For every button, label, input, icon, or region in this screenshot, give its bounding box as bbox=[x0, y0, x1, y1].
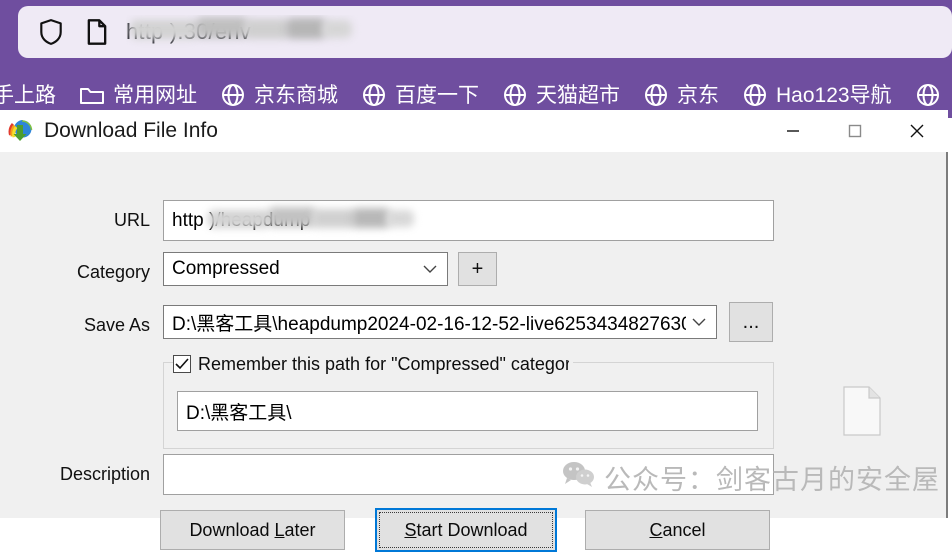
download-later-button[interactable]: Download Later bbox=[160, 510, 345, 550]
remember-path-input[interactable]: D:\黑客工具\ bbox=[177, 391, 758, 431]
remember-path-checkbox[interactable]: Remember this path for "Compressed" cate… bbox=[173, 352, 573, 376]
url-input-redaction-blur bbox=[206, 204, 421, 234]
bookmark-label: 京东商城 bbox=[254, 83, 338, 107]
blank-file-icon bbox=[843, 386, 881, 436]
save-as-value: D:\黑客工具\heapdump2024-02-16-12-52-live625… bbox=[172, 313, 686, 335]
globe-icon bbox=[219, 81, 247, 109]
globe-icon bbox=[914, 81, 942, 109]
url-label: URL bbox=[113, 210, 150, 230]
page-document-icon[interactable] bbox=[80, 15, 114, 49]
bookmark-label: Hao123导航 bbox=[776, 83, 892, 107]
description-label: Description bbox=[59, 464, 150, 484]
dialog-body: URL http )/heapdump Category Compressed bbox=[0, 152, 946, 552]
maximize-icon[interactable] bbox=[824, 110, 886, 152]
globe-icon bbox=[501, 81, 529, 109]
download-later-label: Download Later bbox=[189, 519, 316, 540]
globe-icon bbox=[642, 81, 670, 109]
remember-path-label: Remember this path for "Compressed" cate… bbox=[198, 353, 569, 374]
dialog-titlebar[interactable]: Download File Info bbox=[0, 110, 948, 152]
category-value: Compressed bbox=[172, 258, 280, 279]
url-input[interactable]: http )/heapdump bbox=[163, 200, 774, 241]
browser-chrome: http ).30/env 新手上路 bbox=[0, 0, 952, 118]
bookmark-label: 京东 bbox=[677, 83, 719, 107]
bookmark-label: 常用网址 bbox=[113, 83, 197, 107]
minimize-icon[interactable] bbox=[762, 110, 824, 152]
add-category-button[interactable]: + bbox=[458, 252, 497, 286]
window-controls bbox=[762, 110, 948, 152]
category-select[interactable]: Compressed bbox=[163, 252, 448, 286]
start-download-label: Start Download bbox=[404, 519, 528, 540]
chevron-down-icon[interactable] bbox=[690, 313, 708, 331]
add-category-label: + bbox=[471, 257, 484, 280]
remember-path-value: D:\黑客工具\ bbox=[186, 402, 292, 424]
close-icon[interactable] bbox=[886, 110, 948, 152]
download-file-info-dialog: Download File Info URL http )/heapdump bbox=[0, 110, 948, 552]
description-input[interactable] bbox=[163, 454, 774, 495]
address-bar[interactable]: http ).30/env bbox=[18, 6, 952, 58]
idm-globe-arrow-icon bbox=[8, 118, 34, 144]
bookmark-label: 百度一下 bbox=[395, 83, 479, 107]
save-as-label: Save As bbox=[83, 315, 150, 335]
browse-button[interactable]: ... bbox=[729, 302, 773, 342]
bookmark-label: 新手上路 bbox=[0, 83, 56, 107]
cancel-button[interactable]: Cancel bbox=[585, 510, 770, 550]
chevron-down-icon[interactable] bbox=[421, 260, 439, 278]
dialog-title: Download File Info bbox=[44, 119, 218, 142]
shield-icon[interactable] bbox=[34, 15, 68, 49]
address-bar-url: http ).30/env bbox=[126, 19, 251, 44]
checkbox-checked-icon[interactable] bbox=[173, 355, 191, 373]
save-as-input[interactable]: D:\黑客工具\heapdump2024-02-16-12-52-live625… bbox=[163, 305, 717, 339]
folder-icon bbox=[78, 81, 106, 109]
globe-icon bbox=[741, 81, 769, 109]
globe-icon bbox=[360, 81, 388, 109]
category-label: Category bbox=[76, 262, 150, 282]
browse-button-label: ... bbox=[742, 310, 760, 333]
omnibox-row: http ).30/env bbox=[0, 0, 952, 72]
address-bar-url-wrap[interactable]: http ).30/env bbox=[126, 15, 952, 49]
bookmark-label: 天猫超市 bbox=[536, 83, 620, 107]
start-download-button[interactable]: Start Download bbox=[375, 508, 557, 552]
cancel-label: Cancel bbox=[649, 519, 706, 540]
